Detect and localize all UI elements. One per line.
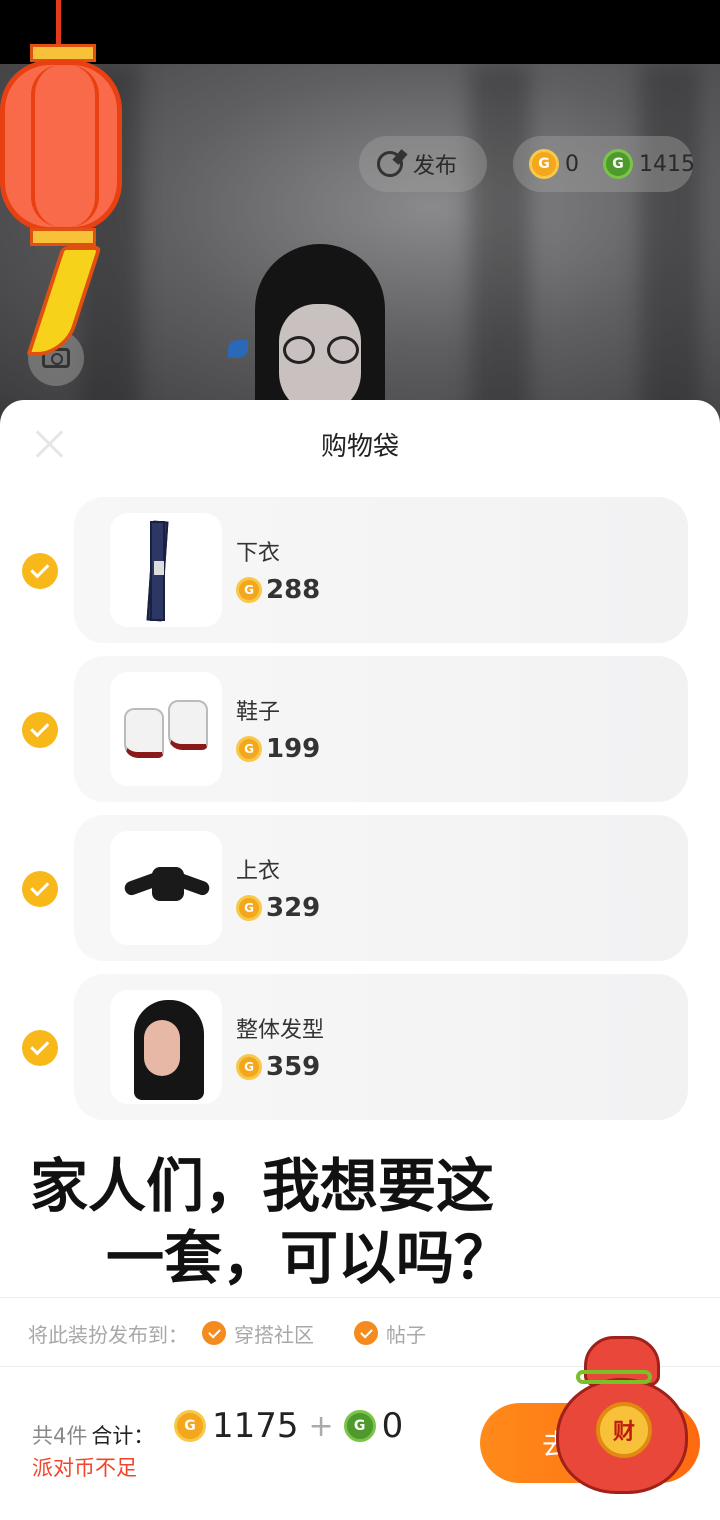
green-coin-icon: G (603, 149, 633, 179)
avatar-glasses (283, 336, 359, 366)
gold-total: 1175 (212, 1406, 299, 1446)
item-count-value: 共4件 (32, 1424, 88, 1448)
item-checkbox[interactable] (22, 871, 58, 907)
share-option-post[interactable]: 帖子 (354, 1319, 426, 1348)
share-prefix: 将此装扮发布到： (28, 1322, 188, 1347)
share-option-community[interactable]: 穿搭社区 (202, 1319, 314, 1348)
share-options: 将此装扮发布到： 穿搭社区 帖子 (28, 1318, 426, 1348)
overlay-caption: 家人们，我想要这 一套，可以吗？ (30, 1150, 630, 1294)
publish-icon (377, 151, 403, 177)
cart-item[interactable]: 上衣 G 329 (74, 815, 688, 961)
item-price: G 329 (236, 893, 320, 923)
share-option-label: 帖子 (386, 1322, 426, 1347)
item-price-value: 288 (266, 575, 321, 605)
shoes-image (124, 700, 208, 760)
divider (0, 1297, 720, 1298)
publish-button[interactable]: 发布 (359, 136, 487, 192)
caption-line: 家人们，我想要这 (30, 1152, 495, 1220)
item-price: G 288 (236, 575, 320, 605)
sheet-title: 购物袋 (320, 432, 399, 462)
share-option-label: 穿搭社区 (234, 1322, 314, 1347)
item-price-value: 359 (266, 1052, 321, 1082)
gold-coin-icon: G (236, 577, 262, 603)
publish-label: 发布 (413, 154, 458, 179)
curtain-shadow (640, 64, 700, 424)
gold-coin-icon: G (236, 895, 262, 921)
lantern-decoration (0, 0, 130, 370)
item-price: G 199 (236, 734, 320, 764)
cart-item[interactable]: 下衣 G 288 (74, 497, 688, 643)
cart-item[interactable]: 整体发型 G 359 (74, 974, 688, 1120)
green-balance: 1415 (639, 151, 695, 177)
item-name: 整体发型 (236, 1018, 325, 1043)
butterfly-icon (228, 340, 248, 358)
total-price: G 1175 + G 0 (174, 1406, 403, 1446)
item-thumbnail (110, 990, 222, 1104)
item-thumbnail (110, 831, 222, 945)
moneybag-decoration: 财 (556, 1336, 688, 1496)
item-checkbox[interactable] (22, 553, 58, 589)
item-thumbnail (110, 513, 222, 627)
hoodie-image (122, 867, 212, 911)
item-thumbnail (110, 672, 222, 786)
item-checkbox[interactable] (22, 712, 58, 748)
check-icon (202, 1321, 226, 1345)
item-count: 共4件 合计： (32, 1420, 154, 1450)
pants-image (146, 520, 184, 622)
green-total: 0 (381, 1406, 404, 1446)
cart-item[interactable]: 鞋子 G 199 (74, 656, 688, 802)
moneybag-seal: 财 (596, 1402, 652, 1458)
item-name: 鞋子 (236, 700, 281, 725)
check-icon (354, 1321, 378, 1345)
item-price-value: 329 (266, 893, 321, 923)
gold-coin-icon: G (174, 1410, 206, 1442)
total-label: 合计： (91, 1424, 155, 1448)
plus-sign: + (308, 1408, 334, 1444)
hairstyle-image (134, 1000, 204, 1100)
gold-balance: 0 (565, 151, 579, 177)
item-checkbox[interactable] (22, 1030, 58, 1066)
insufficient-coins-warning: 派对币不足 (32, 1456, 137, 1480)
curtain-shadow (470, 64, 530, 424)
item-name: 下衣 (236, 541, 281, 566)
gold-coin-icon: G (236, 1054, 262, 1080)
gold-coin-icon: G (236, 736, 262, 762)
caption-line: 一套，可以吗？ (106, 1224, 513, 1292)
gold-coin-icon: G (529, 149, 559, 179)
green-coin-icon: G (343, 1410, 376, 1442)
item-name: 上衣 (236, 859, 281, 884)
avatar-character (245, 244, 395, 424)
item-price-value: 199 (266, 734, 321, 764)
currency-balance[interactable]: G 0 G 1415 (513, 136, 695, 192)
item-price: G 359 (236, 1052, 320, 1082)
